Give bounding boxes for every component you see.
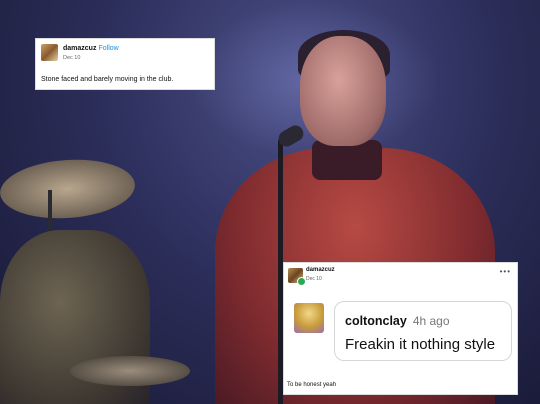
post-date: Dec 10 — [306, 276, 322, 282]
uniform-collar — [312, 140, 382, 180]
post-date: Dec 10 — [63, 55, 81, 61]
post-header: damazcuz Follow — [63, 45, 119, 52]
post-body: Stone faced and barely moving in the clu… — [41, 76, 174, 83]
follow-link[interactable]: Follow — [98, 45, 118, 52]
post-username[interactable]: damazcuz — [63, 45, 96, 52]
reply-bubble: coltonclay 4h ago Freakin it nothing styl… — [334, 301, 512, 361]
more-options-icon[interactable]: ••• — [500, 267, 511, 276]
reply-avatar[interactable] — [294, 303, 324, 333]
cymbal — [0, 155, 137, 223]
singer-face — [300, 36, 386, 146]
hi-hat-cymbal — [70, 356, 190, 386]
reply-username[interactable]: coltonclay — [345, 314, 407, 328]
reply-time: 4h ago — [412, 314, 450, 328]
post-body: To be honest yeah — [287, 382, 337, 388]
reply-text: Freakin it nothing style — [345, 336, 496, 353]
post-username[interactable]: damazcuz — [306, 267, 335, 273]
online-badge-icon — [297, 277, 306, 286]
reply-post-card: damazcuz Dec 10 ••• coltonclay 4h ago Fre… — [283, 262, 518, 395]
concert-photo-background: damazcuz Follow Dec 10 Stone faced and ba… — [0, 0, 540, 404]
top-post-card: damazcuz Follow Dec 10 Stone faced and ba… — [35, 38, 215, 90]
avatar[interactable] — [41, 44, 58, 61]
reply-header: coltonclay 4h ago — [345, 314, 450, 328]
